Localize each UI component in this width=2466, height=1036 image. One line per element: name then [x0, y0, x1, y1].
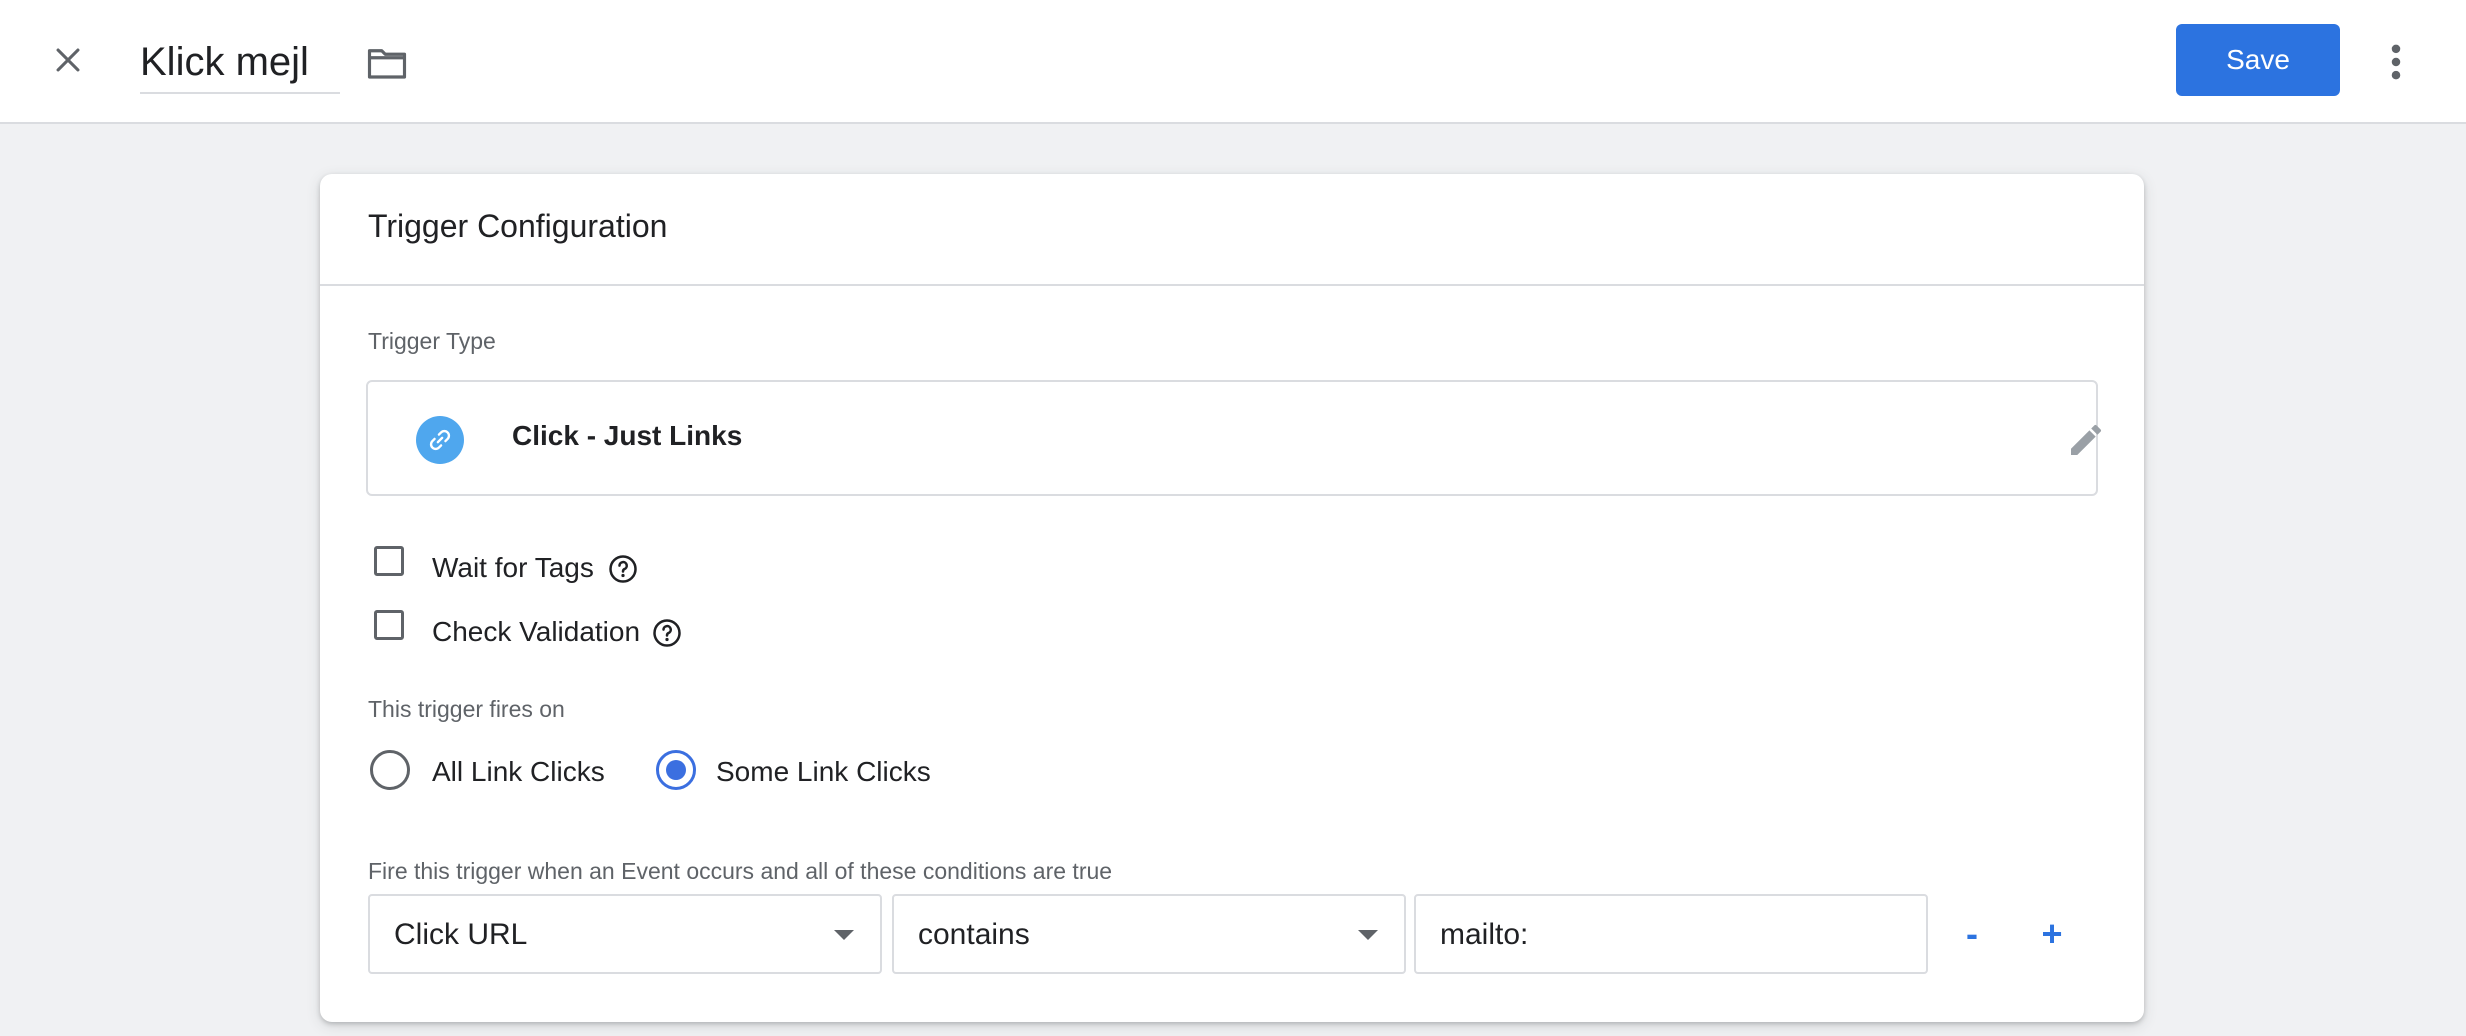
all-link-clicks-radio[interactable]: [370, 750, 410, 790]
operator-select-value: contains: [918, 918, 1030, 951]
trigger-type-selector[interactable]: Click - Just Links: [366, 380, 2102, 496]
wait-for-tags-label: Wait for Tags: [432, 552, 594, 583]
top-bar: Klick mejl Save: [0, 0, 2466, 124]
trigger-type-label: Trigger Type: [368, 328, 496, 354]
trigger-name-text: Klick mejl: [140, 40, 309, 84]
add-condition-button[interactable]: +: [2030, 912, 2074, 956]
help-icon[interactable]: [652, 618, 682, 648]
more-vert-icon: [2391, 44, 2401, 80]
trigger-type-name: Click - Just Links: [512, 420, 743, 451]
some-link-clicks-label: Some Link Clicks: [716, 756, 931, 787]
close-button[interactable]: [40, 32, 96, 88]
fires-on-label: This trigger fires on: [368, 696, 565, 722]
check-validation-label: Check Validation: [432, 616, 641, 647]
chevron-down-icon: [1358, 930, 1378, 940]
card-header: Trigger Configuration: [320, 174, 2144, 286]
check-validation-checkbox[interactable]: [374, 610, 404, 640]
condition-value-input[interactable]: mailto:: [1414, 894, 1928, 974]
close-icon: [56, 48, 80, 72]
folder-icon: [367, 49, 407, 79]
conditions-label: Fire this trigger when an Event occurs a…: [368, 858, 1113, 884]
help-icon[interactable]: [608, 554, 638, 584]
remove-condition-button[interactable]: -: [1950, 912, 1994, 956]
edit-trigger-type-button[interactable]: [2062, 416, 2110, 464]
operator-select[interactable]: contains: [892, 894, 1406, 974]
variable-select[interactable]: Click URL: [368, 894, 882, 974]
folder-button[interactable]: [362, 38, 412, 88]
link-icon: [416, 416, 464, 464]
all-link-clicks-label: All Link Clicks: [432, 756, 605, 787]
pencil-icon: [2071, 424, 2102, 455]
condition-value-text: mailto:: [1440, 918, 1529, 951]
more-options-button[interactable]: [2374, 32, 2418, 92]
card-title: Trigger Configuration: [368, 208, 668, 244]
trigger-name-input[interactable]: Klick mejl: [140, 30, 340, 94]
chevron-down-icon: [834, 930, 854, 940]
variable-select-value: Click URL: [394, 918, 528, 951]
some-link-clicks-radio[interactable]: [656, 750, 696, 790]
trigger-configuration-card: Trigger Configuration Trigger Type Click…: [320, 174, 2144, 1022]
save-button[interactable]: Save: [2176, 24, 2340, 96]
wait-for-tags-checkbox[interactable]: [374, 546, 404, 576]
